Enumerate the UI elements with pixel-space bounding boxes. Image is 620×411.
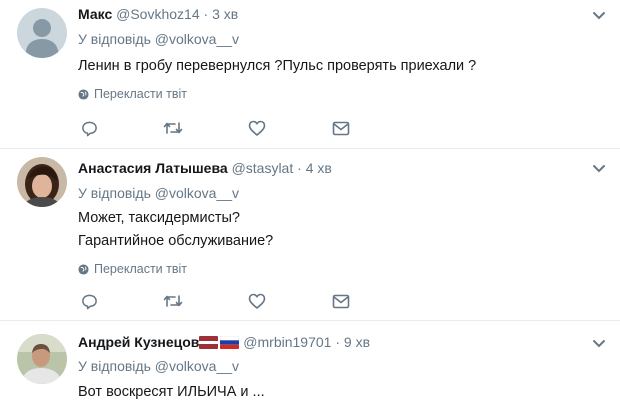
retweet-icon (163, 122, 183, 134)
tweet-text: Вот воскресят ИЛЬИЧА и ... (78, 381, 265, 404)
tweet-text-line: Вот воскресят ИЛЬИЧА и ... (78, 384, 265, 400)
avatar[interactable] (17, 8, 67, 58)
tweet-text: Ленин в гробу перевернулся ?Пульс провер… (78, 55, 476, 78)
user-handle[interactable]: @stasylat (232, 160, 294, 176)
direct-message-button[interactable] (330, 118, 352, 138)
tweet[interactable]: Макс @Sovkhoz14 · 3 хв У відповідь @volk… (0, 0, 620, 148)
user-photo-avatar (17, 334, 67, 384)
reply-mention-link[interactable]: @volkova__v (155, 31, 239, 47)
tweet-text: Может, таксидермисты? Гарантийное обслуж… (78, 207, 273, 253)
reply-button[interactable] (78, 291, 100, 311)
heart-icon (248, 120, 266, 136)
separator-dot: · (203, 6, 209, 22)
retweet-button[interactable] (162, 291, 184, 311)
tweet[interactable]: Анастасия Латышева @stasylat · 4 хв У ві… (0, 148, 620, 320)
tweet-text-line: Гарантийное обслуживание? (78, 233, 274, 249)
reply-prefix: У відповідь (78, 358, 151, 374)
tweet-header: Анастасия Латышева @stasylat · 4 хв (78, 160, 332, 177)
display-name[interactable]: Андрей Кузнецов (78, 334, 199, 350)
tweet-actions (78, 118, 358, 138)
reply-mention-link[interactable]: @volkova__v (155, 358, 239, 374)
tweet[interactable]: Андрей Кузнецов @mrbin19701 · 9 хв У від… (0, 320, 620, 411)
avatar[interactable] (17, 334, 67, 384)
user-handle[interactable]: @mrbin19701 (243, 334, 331, 350)
tweet-text-line: Ленин в гробу перевернулся ?Пульс провер… (78, 58, 477, 74)
tweet-time[interactable]: 4 хв (306, 160, 332, 176)
latvia-flag-icon (199, 336, 219, 349)
translate-label: Перекласти твіт (94, 87, 187, 101)
reply-mention-link[interactable]: @volkova__v (155, 185, 239, 201)
envelope-icon (332, 294, 350, 308)
translate-tweet-link[interactable]: Перекласти твіт (78, 87, 187, 101)
avatar[interactable] (17, 157, 67, 207)
tweet-header: Макс @Sovkhoz14 · 3 хв (78, 6, 238, 23)
reply-context: У відповідь @volkova__v (78, 185, 239, 201)
chevron-down-icon[interactable] (592, 164, 606, 174)
reply-context: У відповідь @volkova__v (78, 31, 239, 47)
chevron-down-icon[interactable] (592, 339, 606, 349)
user-photo-avatar (17, 157, 67, 207)
reply-prefix: У відповідь (78, 185, 151, 201)
tweet-header: Андрей Кузнецов @mrbin19701 · 9 хв (78, 334, 370, 353)
heart-icon (248, 293, 266, 309)
tweet-text-line: Может, таксидермисты? (78, 210, 240, 226)
translate-tweet-link[interactable]: Перекласти твіт (78, 262, 187, 276)
globe-icon (78, 88, 89, 100)
separator-dot: · (297, 160, 302, 176)
retweet-button[interactable] (162, 118, 184, 138)
envelope-icon (332, 121, 350, 135)
reply-prefix: У відповідь (78, 31, 151, 47)
tweet-actions (78, 291, 358, 311)
default-avatar-icon (17, 8, 67, 58)
separator-dot: · (335, 334, 341, 350)
display-name[interactable]: Макс (78, 6, 112, 22)
like-button[interactable] (246, 291, 268, 311)
tweet-time[interactable]: 9 хв (344, 334, 370, 350)
chevron-down-icon[interactable] (592, 11, 606, 21)
display-name[interactable]: Анастасия Латышева (78, 160, 228, 176)
reply-icon (81, 294, 97, 309)
direct-message-button[interactable] (330, 291, 352, 311)
like-button[interactable] (246, 118, 268, 138)
translate-label: Перекласти твіт (94, 262, 187, 276)
reply-button[interactable] (78, 118, 100, 138)
retweet-icon (163, 295, 183, 307)
globe-icon (78, 263, 89, 275)
russia-flag-icon (220, 335, 240, 350)
reply-context: У відповідь @volkova__v (78, 358, 239, 374)
flag-emojis (199, 335, 240, 353)
reply-icon (81, 121, 97, 136)
user-handle[interactable]: @Sovkhoz14 (116, 6, 199, 22)
tweet-time[interactable]: 3 хв (212, 6, 238, 22)
